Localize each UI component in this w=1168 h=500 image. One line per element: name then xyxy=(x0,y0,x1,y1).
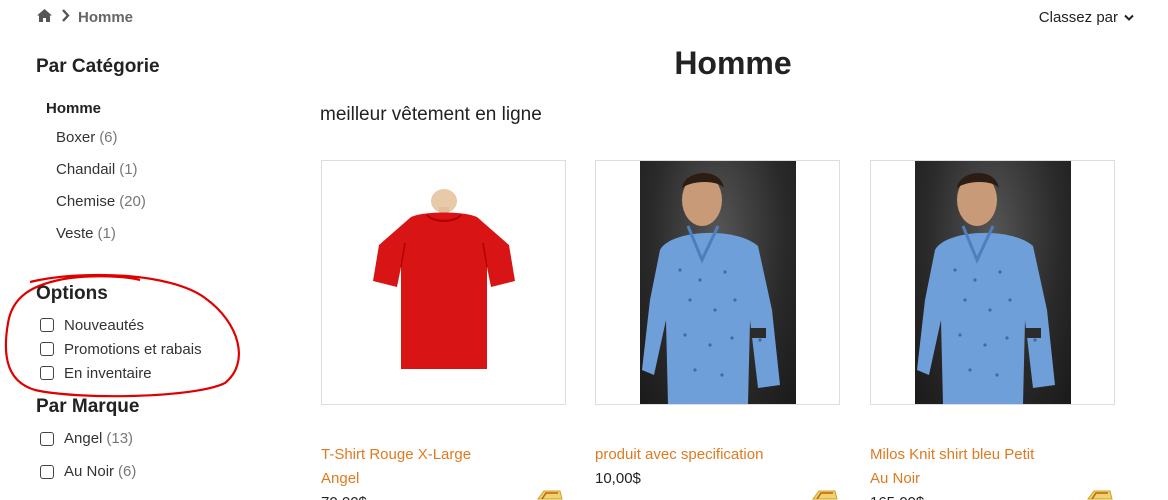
brand-count: (6) xyxy=(118,463,137,480)
product-card[interactable]: T-Shirt Rouge X-Large Angel 70,00$ xyxy=(321,160,566,500)
product-image-blue-shirt[interactable] xyxy=(595,160,840,405)
checkbox[interactable] xyxy=(40,342,54,356)
category-label: Chemise xyxy=(56,192,116,210)
product-price: 165,00$ xyxy=(870,491,1115,500)
model-photo xyxy=(914,161,1071,404)
sort-dropdown[interactable]: Classez par xyxy=(1039,9,1134,26)
product-name[interactable]: produit avec specification xyxy=(595,443,840,467)
brand-angel[interactable]: Angel (13) xyxy=(36,422,139,455)
page-subtitle: meilleur vêtement en ligne xyxy=(320,104,542,125)
option-nouveautes[interactable]: Nouveautés xyxy=(36,313,202,337)
product-brand[interactable]: Au Noir xyxy=(870,467,1115,491)
sort-label: Classez par xyxy=(1038,9,1118,26)
sidebar: Par Catégorie Homme Boxer (6) Chandail (… xyxy=(36,56,276,249)
product-price: 70,00$ xyxy=(321,491,566,500)
checkbox[interactable] xyxy=(40,318,54,332)
category-count: (6) xyxy=(99,128,118,146)
chevron-down-icon xyxy=(1124,9,1134,26)
breadcrumb: Homme xyxy=(36,8,133,27)
cart-icon[interactable] xyxy=(811,489,839,500)
category-count: (1) xyxy=(97,224,116,242)
home-icon[interactable] xyxy=(36,8,53,27)
category-label: Veste xyxy=(56,224,94,242)
cart-icon[interactable] xyxy=(536,489,564,500)
product-name[interactable]: T-Shirt Rouge X-Large xyxy=(321,443,566,467)
chevron-right-icon xyxy=(61,9,70,26)
checkbox[interactable] xyxy=(40,431,54,446)
brand-heading: Par Marque xyxy=(36,396,140,417)
category-count: (20) xyxy=(119,192,146,210)
product-name[interactable]: Milos Knit shirt bleu Petit xyxy=(870,443,1115,467)
brand-label: Angel xyxy=(64,430,103,447)
product-brand[interactable]: Angel xyxy=(321,467,566,491)
product-image-milos-shirt[interactable] xyxy=(870,160,1115,405)
category-count: (1) xyxy=(119,160,138,178)
category-heading: Par Catégorie xyxy=(36,56,160,77)
category-item[interactable]: Chandail (1) xyxy=(56,153,276,185)
category-item[interactable]: Chemise (20) xyxy=(56,185,276,217)
option-label: Nouveautés xyxy=(64,316,145,334)
product-price: 10,00$ xyxy=(595,470,641,487)
brand-count: (13) xyxy=(106,430,134,447)
cart-icon[interactable] xyxy=(1086,489,1114,500)
category-list: Boxer (6) Chandail (1) Chemise (20) Vest… xyxy=(56,121,276,249)
option-label: Promotions et rabais xyxy=(64,340,202,358)
brand-section: Par Marque Angel (13) Au Noir (6) xyxy=(36,396,139,488)
category-title[interactable]: Homme xyxy=(46,100,276,117)
product-card[interactable]: produit avec specification 10,00$ xyxy=(595,160,840,491)
brand-label: Au Noir xyxy=(64,463,115,480)
options-heading: Options xyxy=(36,283,108,304)
options-section: Options Nouveautés Promotions et rabais … xyxy=(36,283,202,385)
category-label: Boxer xyxy=(56,128,96,146)
page-title: Homme xyxy=(674,45,792,81)
product-image-red-tshirt[interactable] xyxy=(321,160,566,405)
brand-au-noir[interactable]: Au Noir (6) xyxy=(36,455,139,488)
model-photo xyxy=(639,161,796,404)
option-label: En inventaire xyxy=(64,364,152,382)
category-item[interactable]: Boxer (6) xyxy=(56,121,276,153)
option-inventaire[interactable]: En inventaire xyxy=(36,361,202,385)
checkbox[interactable] xyxy=(40,464,54,479)
category-item[interactable]: Veste (1) xyxy=(56,217,276,249)
breadcrumb-current: Homme xyxy=(78,9,134,26)
product-card[interactable]: Milos Knit shirt bleu Petit Au Noir 165,… xyxy=(870,160,1115,500)
checkbox[interactable] xyxy=(40,366,54,380)
option-promotions[interactable]: Promotions et rabais xyxy=(36,337,202,361)
category-label: Chandail xyxy=(56,160,116,178)
